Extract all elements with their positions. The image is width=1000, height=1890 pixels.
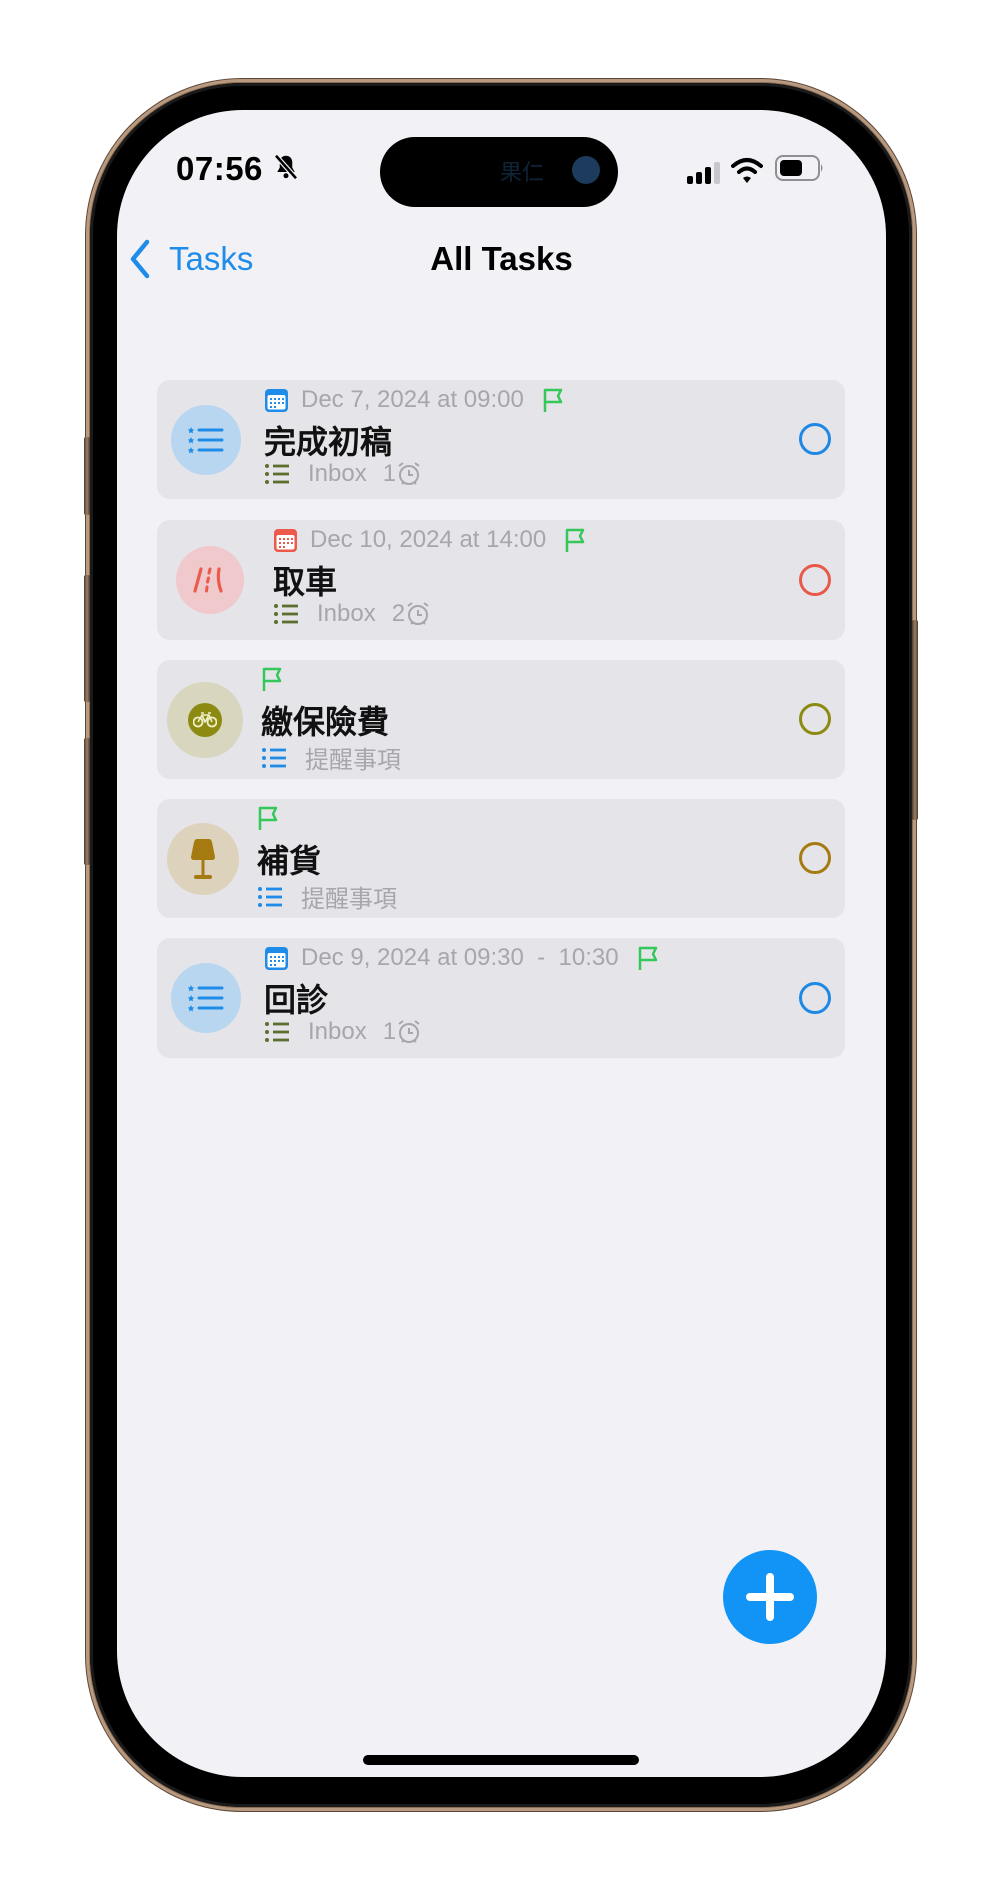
task-date: Dec 9, 2024 at 09:30 - 10:30 xyxy=(301,944,619,971)
wifi-icon xyxy=(731,158,763,183)
bicycle-icon xyxy=(193,712,217,728)
task-date-row: Dec 9, 2024 at 09:30 - 10:30 xyxy=(264,944,661,972)
bell-slash-icon xyxy=(274,154,298,180)
task-title: 回診 xyxy=(264,982,329,1018)
task-date: Dec 7, 2024 at 09:00 xyxy=(301,386,524,413)
task-list-row: 提醒事項 xyxy=(257,879,397,914)
task-title: 補貨 xyxy=(257,843,322,879)
lamp-icon xyxy=(191,839,215,879)
alarm-clock-icon xyxy=(398,1020,420,1043)
flag-icon xyxy=(638,946,657,970)
task-list-name: Inbox xyxy=(308,1018,367,1045)
task-avatar xyxy=(167,823,239,895)
task-list-name: 提醒事項 xyxy=(305,747,401,774)
flag-icon xyxy=(565,528,585,552)
list-icon xyxy=(188,985,224,1012)
list-icon xyxy=(274,604,298,624)
task-avatar xyxy=(176,546,244,614)
status-time: 07:56 xyxy=(176,150,263,187)
task-list-name: Inbox xyxy=(308,460,367,487)
task-avatar xyxy=(171,963,241,1033)
task-list-name: Inbox xyxy=(317,600,376,627)
calendar-icon xyxy=(265,946,288,970)
list-icon xyxy=(265,464,289,484)
task-list-row: Inbox 1 xyxy=(264,460,422,488)
volume-down-button xyxy=(84,738,90,865)
task-list-row: Inbox 1 xyxy=(264,1018,422,1046)
power-button xyxy=(912,620,918,820)
list-icon xyxy=(258,886,282,907)
volume-up-button xyxy=(84,575,90,702)
battery-icon xyxy=(775,155,823,181)
task-avatar xyxy=(171,405,241,475)
calendar-icon xyxy=(265,388,288,412)
task-card[interactable]: Dec 10, 2024 at 14:00 取車 Inbox 2 xyxy=(157,520,845,640)
cellular-signal-icon xyxy=(687,162,720,184)
flag-icon xyxy=(543,388,563,412)
person-icon xyxy=(572,156,600,184)
action-button xyxy=(84,437,90,515)
task-flag-row xyxy=(261,666,285,692)
task-title: 取車 xyxy=(273,564,338,600)
alarm-count: 1 xyxy=(382,460,397,487)
task-card[interactable]: Dec 7, 2024 at 09:00 完成初稿 Inbox 1 xyxy=(157,380,845,499)
alarm-count: 1 xyxy=(382,1018,397,1045)
flag-icon xyxy=(262,667,282,691)
alarm-clock-icon xyxy=(398,462,420,485)
screen: 07:56 果仁 Tasks All Tasks Dec 7, 2024 at … xyxy=(117,110,886,1777)
task-list-name: 提醒事項 xyxy=(301,886,397,913)
alarm-clock-icon xyxy=(407,602,429,625)
home-indicator[interactable] xyxy=(363,1755,639,1765)
task-title: 完成初稿 xyxy=(264,424,393,460)
page-title: All Tasks xyxy=(430,240,573,277)
task-list-row: 提醒事項 xyxy=(261,740,401,775)
list-icon xyxy=(262,747,286,768)
list-icon xyxy=(188,427,224,454)
complete-checkbox[interactable] xyxy=(799,703,831,735)
flag-icon xyxy=(258,806,278,830)
complete-checkbox[interactable] xyxy=(799,982,831,1014)
task-date-row: Dec 7, 2024 at 09:00 xyxy=(264,386,566,414)
list-icon xyxy=(265,1022,289,1042)
task-title: 繳保險費 xyxy=(261,704,390,740)
dynamic-island: 果仁 xyxy=(380,137,618,207)
bicycle-badge xyxy=(188,703,222,737)
complete-checkbox[interactable] xyxy=(799,423,831,455)
task-date: Dec 10, 2024 at 14:00 xyxy=(310,526,547,553)
task-card[interactable]: Dec 9, 2024 at 09:30 - 10:30 回診 Inbox 1 xyxy=(157,938,845,1058)
complete-checkbox[interactable] xyxy=(799,842,831,874)
task-list-row: Inbox 2 xyxy=(273,600,431,628)
task-avatar xyxy=(167,682,243,758)
add-task-button[interactable] xyxy=(723,1550,817,1644)
complete-checkbox[interactable] xyxy=(799,564,831,596)
island-watermark: 果仁 xyxy=(500,160,545,185)
calendar-icon xyxy=(274,528,297,552)
task-card[interactable]: 繳保險費 提醒事項 xyxy=(157,660,845,779)
task-card[interactable]: 補貨 提醒事項 xyxy=(157,799,845,918)
task-flag-row xyxy=(257,805,281,831)
road-icon xyxy=(193,567,223,593)
alarm-count: 2 xyxy=(391,600,406,627)
task-date-row: Dec 10, 2024 at 14:00 xyxy=(273,526,588,554)
